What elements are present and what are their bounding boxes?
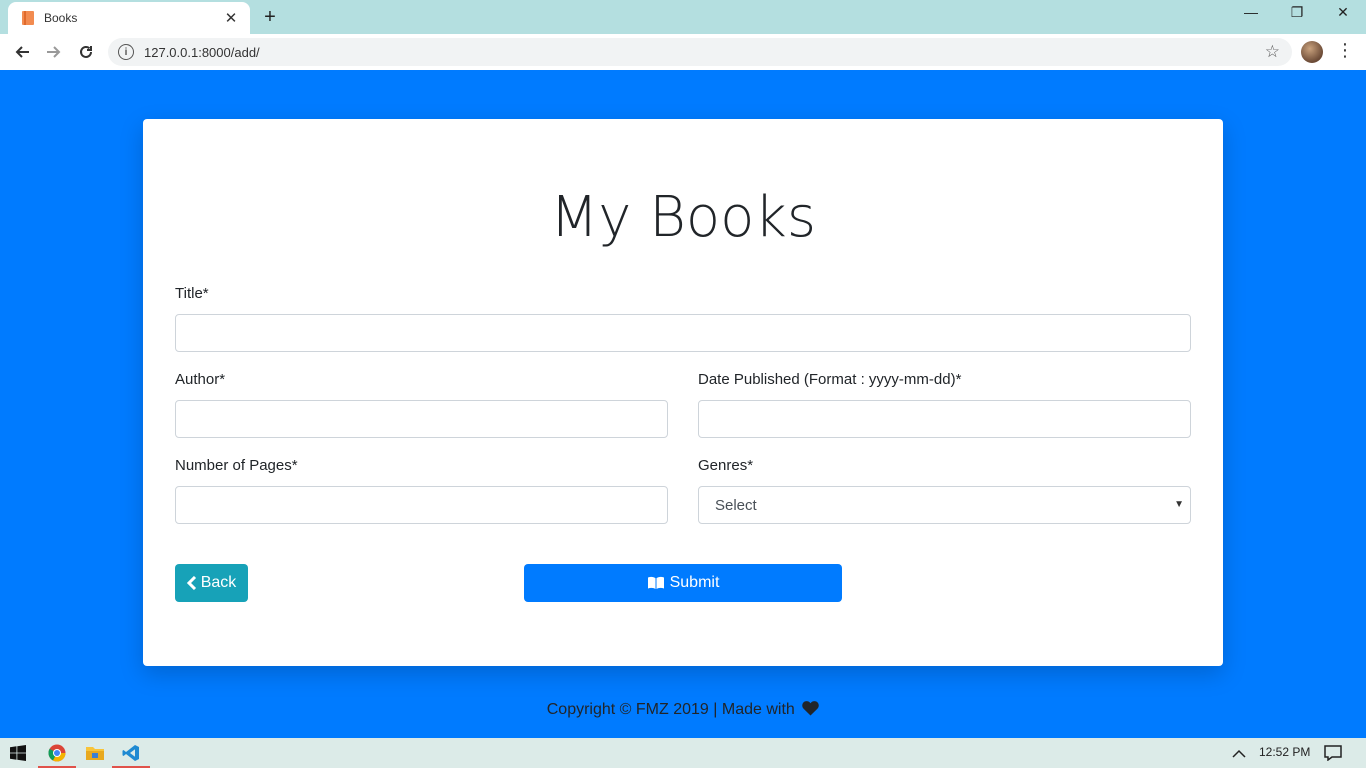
page-footer: Copyright © FMZ 2019 | Made with xyxy=(0,701,1366,721)
form-card: My Books Title* Author* Date Published (… xyxy=(143,119,1223,666)
window-close-button[interactable]: ✕ xyxy=(1320,4,1366,21)
submit-button-label: Submit xyxy=(669,574,720,591)
heart-icon xyxy=(802,701,819,721)
browser-toolbar: i 127.0.0.1:8000/add/ ☆ ⋮ xyxy=(0,34,1366,70)
back-button-label: Back xyxy=(200,574,237,591)
footer-text: Copyright © FMZ 2019 | Made with xyxy=(546,701,795,718)
author-label: Author* xyxy=(175,371,226,388)
reload-icon[interactable] xyxy=(74,40,98,64)
address-bar[interactable]: i 127.0.0.1:8000/add/ ☆ xyxy=(108,38,1292,66)
vscode-icon[interactable] xyxy=(108,738,154,768)
tab-title: Books xyxy=(44,11,78,25)
forward-arrow-icon[interactable] xyxy=(42,40,66,64)
date-published-label: Date Published (Format : yyyy-mm-dd)* xyxy=(698,371,962,388)
back-arrow-icon[interactable] xyxy=(10,40,34,64)
taskbar: 12:52 PM xyxy=(0,738,1366,768)
genres-select[interactable]: Select ▼ xyxy=(698,486,1191,524)
author-input[interactable] xyxy=(175,400,668,438)
chevron-left-icon xyxy=(186,576,197,590)
genres-selected-value: Select xyxy=(715,496,757,514)
book-favicon-icon xyxy=(22,11,34,25)
open-book-icon xyxy=(647,576,665,590)
dropdown-arrow-icon: ▼ xyxy=(1174,499,1184,510)
window-restore-button[interactable]: ❐ xyxy=(1274,4,1320,21)
new-tab-button[interactable]: + xyxy=(260,6,280,29)
address-url: 127.0.0.1:8000/add/ xyxy=(144,44,260,60)
windows-start-icon[interactable] xyxy=(0,738,36,768)
notification-center-icon[interactable] xyxy=(1316,738,1350,768)
profile-avatar[interactable] xyxy=(1301,41,1323,63)
page-title: My Books xyxy=(549,185,817,250)
pages-label: Number of Pages* xyxy=(175,457,298,474)
submit-button[interactable]: Submit xyxy=(524,564,842,602)
back-button[interactable]: Back xyxy=(175,564,248,602)
pages-input[interactable] xyxy=(175,486,668,524)
browser-menu-icon[interactable]: ⋮ xyxy=(1336,40,1354,61)
window-minimize-button[interactable]: — xyxy=(1228,4,1274,20)
date-published-input[interactable] xyxy=(698,400,1191,438)
title-label: Title* xyxy=(175,285,209,302)
bookmark-star-icon[interactable]: ☆ xyxy=(1265,42,1280,62)
site-info-icon[interactable]: i xyxy=(118,44,134,60)
browser-tab[interactable]: Books ✕ xyxy=(8,2,250,34)
title-input[interactable] xyxy=(175,314,1191,352)
tab-close-icon[interactable]: ✕ xyxy=(222,9,240,27)
genres-label: Genres* xyxy=(698,457,754,474)
chevron-up-icon[interactable] xyxy=(1222,738,1256,768)
browser-tab-bar: Books ✕ + — ❐ ✕ xyxy=(0,0,1366,34)
taskbar-clock[interactable]: 12:52 PM xyxy=(1259,745,1310,759)
